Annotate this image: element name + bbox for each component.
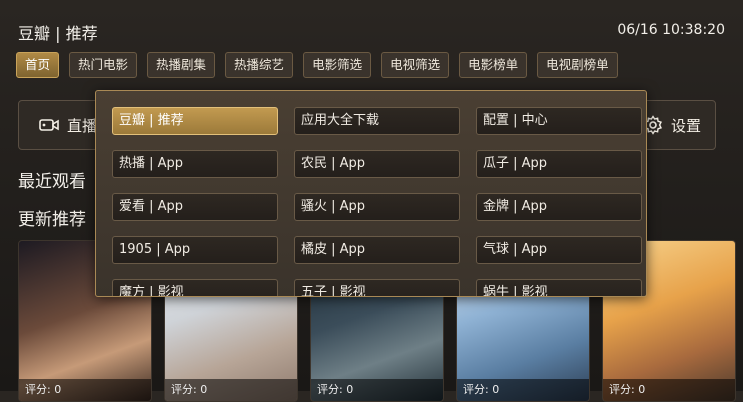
tab-tv-filter[interactable]: 电视筛选 bbox=[381, 52, 450, 78]
poster-rating: 评分: 0 bbox=[165, 379, 297, 401]
menu-item-rebo-app[interactable]: 热播 | App bbox=[112, 150, 278, 178]
menu-item-mofang-video[interactable]: 魔方 | 影视 bbox=[112, 279, 278, 296]
menu-item-woniu-video[interactable]: 蜗牛 | 影视 bbox=[476, 279, 642, 296]
menu-item-aikan-app[interactable]: 爱看 | App bbox=[112, 193, 278, 221]
clock-display: 06/16 10:38:20 bbox=[617, 22, 725, 38]
poster-rating: 评分: 0 bbox=[311, 379, 443, 401]
source-menu-grid: 豆瓣 | 推荐 应用大全下载 配置 | 中心 热播 | App 农民 | App… bbox=[112, 107, 642, 296]
menu-item-app-download[interactable]: 应用大全下载 bbox=[294, 107, 460, 135]
menu-item-nongmin-app[interactable]: 农民 | App bbox=[294, 150, 460, 178]
tab-hot-variety[interactable]: 热播综艺 bbox=[225, 52, 294, 78]
recent-section-title: 最近观看 bbox=[18, 172, 86, 192]
recommend-section-title: 更新推荐 bbox=[18, 210, 86, 230]
menu-item-jupi-app[interactable]: 橘皮 | App bbox=[294, 236, 460, 264]
menu-item-1905-app[interactable]: 1905 | App bbox=[112, 236, 278, 264]
top-tab-bar: 首页 热门电影 热播剧集 热播综艺 电影筛选 电视筛选 电影榜单 电视剧榜单 bbox=[16, 52, 618, 78]
source-menu-popup: 豆瓣 | 推荐 应用大全下载 配置 | 中心 热播 | App 农民 | App… bbox=[95, 90, 647, 297]
settings-button-label: 设置 bbox=[671, 116, 702, 135]
menu-item-config-center[interactable]: 配置 | 中心 bbox=[476, 107, 642, 135]
page-title: 豆瓣 | 推荐 bbox=[18, 24, 98, 43]
menu-item-saohuo-app[interactable]: 骚火 | App bbox=[294, 193, 460, 221]
poster-rating: 评分: 0 bbox=[19, 379, 151, 401]
tab-hot-series[interactable]: 热播剧集 bbox=[147, 52, 216, 78]
poster-rating: 评分: 0 bbox=[457, 379, 589, 401]
live-button-label: 直播 bbox=[67, 116, 98, 135]
tab-movie-filter[interactable]: 电影筛选 bbox=[303, 52, 372, 78]
menu-item-qiqiu-app[interactable]: 气球 | App bbox=[476, 236, 642, 264]
tab-tv-charts[interactable]: 电视剧榜单 bbox=[537, 52, 618, 78]
tab-home[interactable]: 首页 bbox=[16, 52, 60, 78]
poster-rating: 评分: 0 bbox=[603, 379, 735, 401]
menu-item-jinpai-app[interactable]: 金牌 | App bbox=[476, 193, 642, 221]
tab-hot-movies[interactable]: 热门电影 bbox=[69, 52, 138, 78]
menu-item-douban-recommend[interactable]: 豆瓣 | 推荐 bbox=[112, 107, 278, 135]
tab-movie-charts[interactable]: 电影榜单 bbox=[459, 52, 528, 78]
camera-icon bbox=[39, 117, 59, 133]
menu-item-guazi-app[interactable]: 瓜子 | App bbox=[476, 150, 642, 178]
menu-item-wuzi-video[interactable]: 五子 | 影视 bbox=[294, 279, 460, 296]
